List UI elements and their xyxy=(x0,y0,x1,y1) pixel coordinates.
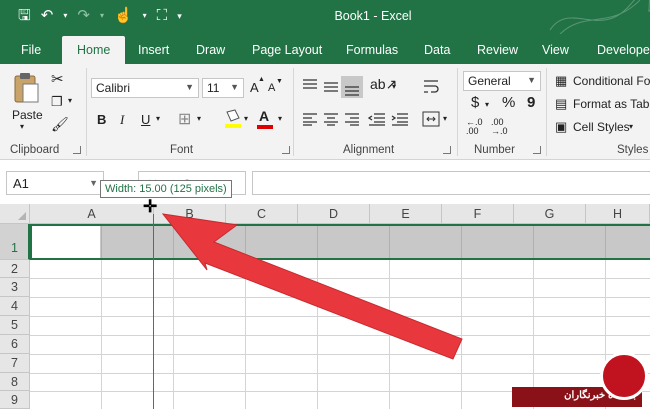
watermark: باشگاه خبرنگاران xyxy=(512,352,650,409)
arrow-shape xyxy=(161,213,463,360)
watermark-logo-icon xyxy=(600,352,648,400)
annotation-arrow-icon xyxy=(161,213,463,360)
